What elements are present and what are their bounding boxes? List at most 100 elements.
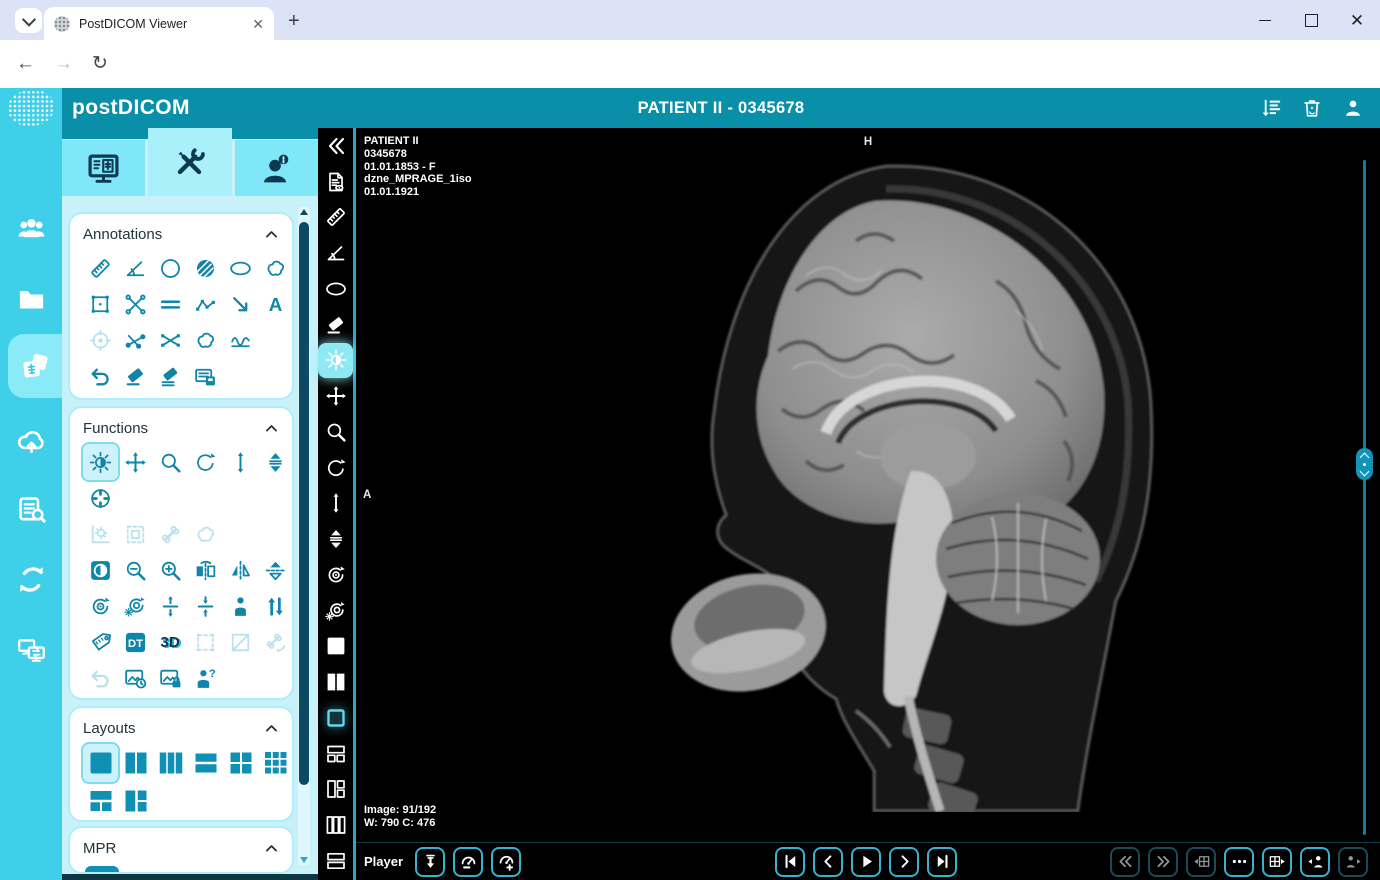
next-image-button[interactable] (889, 846, 919, 877)
tab-patient-info[interactable] (234, 140, 318, 196)
tag-icon[interactable] (83, 624, 118, 660)
bone-icon[interactable] (153, 516, 188, 552)
tab-search-button[interactable] (15, 8, 42, 33)
closed-freehand-icon[interactable] (188, 322, 223, 358)
save-annotations-icon[interactable] (188, 358, 223, 394)
volume-3d-icon[interactable] (153, 624, 188, 660)
rotate-icon[interactable] (188, 444, 223, 480)
ruler-tool-icon[interactable] (318, 200, 353, 236)
next-series-button[interactable] (1148, 846, 1178, 877)
ruler-icon[interactable] (83, 250, 118, 286)
actual-size-icon[interactable] (188, 588, 223, 624)
scrollbar-thumb[interactable] (299, 222, 309, 785)
layout-1x2-icon[interactable] (118, 744, 153, 782)
sidebar-item-patients[interactable] (0, 194, 62, 264)
collapse-annotations-icon[interactable] (263, 226, 280, 243)
crop-icon[interactable] (223, 624, 258, 660)
image-lock-icon[interactable] (153, 660, 188, 696)
close-window-button[interactable]: ✕ (1334, 0, 1380, 40)
reload-button[interactable]: ↻ (92, 52, 108, 76)
angle-tool-icon[interactable] (318, 235, 353, 271)
patient-orientation-icon[interactable] (223, 588, 258, 624)
minimize-button[interactable] (1242, 0, 1288, 40)
arrow-icon[interactable] (223, 286, 258, 322)
back-button[interactable]: ← (16, 52, 35, 76)
flip-page-icon[interactable] (188, 552, 223, 588)
scroll-up-icon[interactable] (300, 209, 308, 215)
invert-icon[interactable] (83, 552, 118, 588)
shutter-icon[interactable] (83, 480, 118, 516)
layout-2x1-outline-icon[interactable] (318, 843, 353, 879)
revert-image-icon[interactable] (83, 660, 118, 696)
text-icon[interactable] (258, 286, 293, 322)
browser-tab[interactable]: PostDICOM Viewer ✕ (44, 7, 274, 40)
pan-icon[interactable] (118, 444, 153, 480)
dicom-tags-icon[interactable] (118, 624, 153, 660)
speed-up-button[interactable] (491, 846, 522, 877)
stretch-icon[interactable] (223, 444, 258, 480)
series-slider-handle[interactable] (1356, 448, 1373, 480)
angle-icon[interactable] (118, 250, 153, 286)
sidebar-item-folders[interactable] (0, 264, 62, 334)
layout-3x3-icon[interactable] (258, 744, 293, 782)
probe-icon[interactable] (83, 322, 118, 358)
reset-wl-tool-icon[interactable] (318, 593, 353, 629)
open-angle-icon[interactable] (118, 322, 153, 358)
ellipse-tool-icon[interactable] (318, 271, 353, 307)
erase-all-icon[interactable] (153, 358, 188, 394)
zoom-out-icon[interactable] (118, 552, 153, 588)
zoom-tool-icon[interactable] (318, 414, 353, 450)
play-direction-button[interactable] (415, 846, 446, 877)
layout-2x2-icon[interactable] (223, 744, 258, 782)
sidebar-item-upload[interactable] (0, 404, 62, 474)
account-button[interactable] (1342, 97, 1364, 119)
sidebar-item-share[interactable] (0, 614, 62, 684)
panel-scrollbar[interactable] (298, 206, 310, 866)
zoom-in-icon[interactable] (153, 552, 188, 588)
sort-order-icon[interactable] (258, 588, 293, 624)
sidebar-item-images[interactable] (8, 334, 62, 398)
polyline-icon[interactable] (188, 286, 223, 322)
last-image-button[interactable] (927, 846, 957, 877)
spline-icon[interactable] (223, 322, 258, 358)
pan-tool-icon[interactable] (318, 378, 353, 414)
magic-select-icon[interactable] (188, 624, 223, 660)
reset-wl-icon[interactable] (118, 588, 153, 624)
previous-patient-button[interactable] (1300, 846, 1330, 877)
bone-removal-icon[interactable] (258, 624, 293, 660)
layout-1x2-filled-icon[interactable] (318, 664, 353, 700)
tab-tools[interactable] (148, 128, 232, 196)
image-viewport[interactable]: PATIENT II 0345678 01.01.1853 - Fdzne_MPRA… (356, 128, 1380, 843)
layout-1left2-outline-icon[interactable] (318, 772, 353, 808)
layout-2x1-icon[interactable] (188, 744, 223, 782)
stack-scroll-icon[interactable] (258, 444, 293, 480)
play-button[interactable] (851, 846, 881, 877)
flip-vertical-icon[interactable] (258, 552, 293, 588)
sort-queue-button[interactable] (1260, 97, 1282, 119)
scroll-down-icon[interactable] (300, 857, 308, 863)
mpr-thumbnail[interactable] (85, 866, 119, 872)
curve-wl-icon[interactable] (83, 516, 118, 552)
rectangle-roi-icon[interactable] (83, 286, 118, 322)
reset-icon[interactable] (83, 588, 118, 624)
collapse-functions-icon[interactable] (263, 420, 280, 437)
report-icon[interactable] (318, 164, 353, 200)
image-history-icon[interactable] (118, 660, 153, 696)
shutter-rect-icon[interactable] (118, 516, 153, 552)
fit-height-icon[interactable] (153, 588, 188, 624)
sidebar-item-sync[interactable] (0, 544, 62, 614)
mri-image[interactable] (556, 150, 1196, 812)
freehand-shutter-icon[interactable] (188, 516, 223, 552)
layout-1x3-outline-icon[interactable] (318, 807, 353, 843)
undo-icon[interactable] (83, 358, 118, 394)
tab-close-icon[interactable]: ✕ (252, 17, 264, 31)
eraser-tool-icon[interactable] (318, 307, 353, 343)
series-slider-track[interactable] (1363, 160, 1366, 835)
new-tab-button[interactable]: + (288, 10, 300, 33)
prev-series-layout-button[interactable] (1186, 846, 1216, 877)
ellipse-icon[interactable] (223, 250, 258, 286)
forward-button[interactable]: → (54, 52, 73, 76)
layout-1left2-icon[interactable] (118, 782, 153, 820)
parallel-lines-icon[interactable] (153, 286, 188, 322)
rotate-tool-icon[interactable] (318, 450, 353, 486)
